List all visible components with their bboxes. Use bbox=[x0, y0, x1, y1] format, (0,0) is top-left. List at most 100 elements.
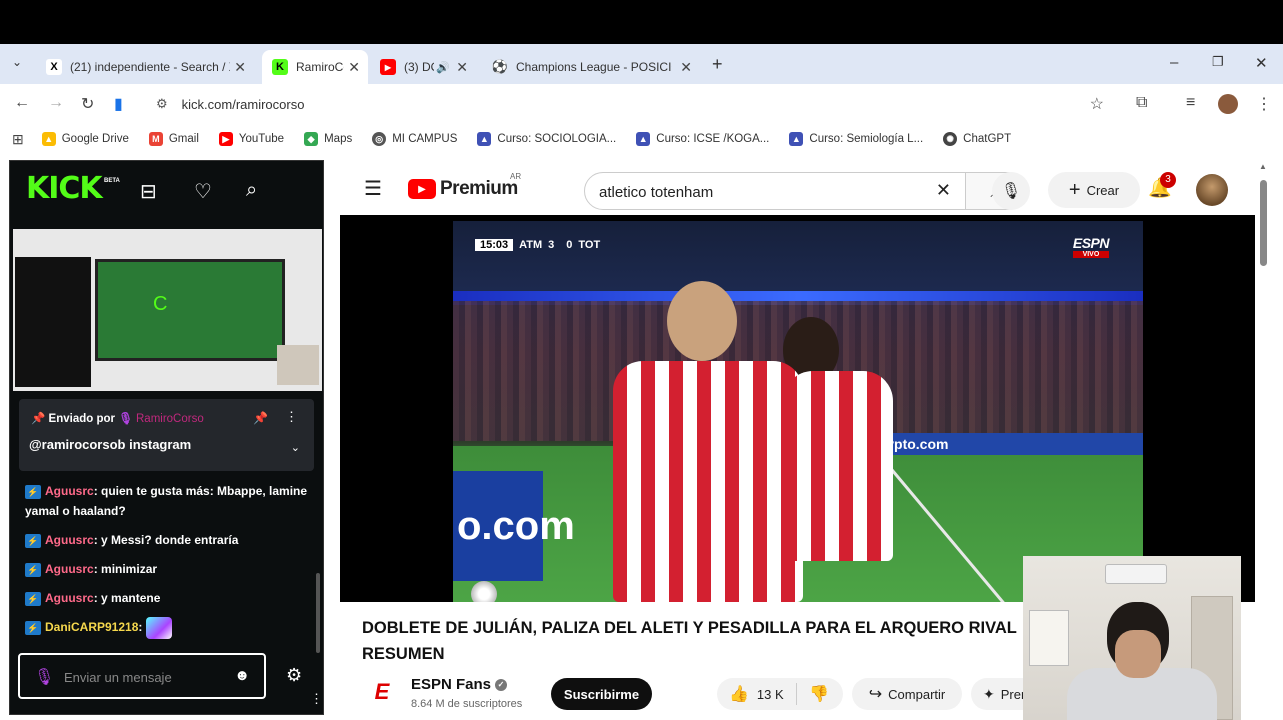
reading-mode-icon[interactable]: ▮ bbox=[114, 94, 123, 114]
ball bbox=[471, 581, 497, 602]
tab-champions[interactable]: ⚽ Champions League - POSICIONES ✕ bbox=[482, 50, 700, 84]
youtube-logo[interactable]: ▶ Premium AR bbox=[408, 172, 521, 200]
restore-icon[interactable]: ❐ bbox=[1212, 54, 1224, 70]
subscriber-count: 8.64 M de suscriptores bbox=[411, 698, 523, 710]
chevron-down-icon[interactable]: ⌄ bbox=[291, 441, 300, 454]
chat-message[interactable]: ⚡ DaniCARP91218: bbox=[25, 617, 315, 639]
chat-message[interactable]: ⚡ Aguusrc: quien te gusta más: Mbappe, la… bbox=[25, 481, 315, 521]
apps-grid-icon[interactable]: ⊞ bbox=[12, 131, 24, 148]
following-icon[interactable]: ⊟ bbox=[140, 179, 157, 204]
subscribe-button[interactable]: Suscribirme bbox=[551, 678, 652, 710]
new-tab-icon[interactable]: + bbox=[712, 54, 723, 75]
forward-arrow-icon[interactable]: → bbox=[48, 94, 64, 112]
tab-search-icon[interactable]: ⌄ bbox=[12, 55, 22, 69]
scroll-thumb[interactable] bbox=[1260, 180, 1267, 266]
chat-username[interactable]: Aguusrc bbox=[45, 484, 94, 498]
hamburger-icon[interactable]: ☰ bbox=[364, 176, 382, 201]
extensions-icon[interactable]: ⧉ bbox=[1136, 94, 1147, 112]
back-arrow-icon[interactable]: ← bbox=[14, 94, 30, 112]
tab-label: (21) independiente - Search / X bbox=[70, 60, 230, 74]
close-icon[interactable]: ✕ bbox=[680, 59, 692, 76]
mic-icon: 🎙 bbox=[1000, 183, 1022, 200]
tab-youtube[interactable]: ▶ (3) DOBLETE 🔊 ✕ bbox=[370, 50, 476, 84]
bookmark-mi-campus[interactable]: ◎ MI CAMPUS bbox=[372, 132, 457, 146]
match-time: 15:03 bbox=[475, 239, 514, 251]
chat-username[interactable]: DaniCARP91218 bbox=[45, 620, 138, 634]
site-settings-icon[interactable]: ⚙ bbox=[156, 96, 168, 112]
chat-username[interactable]: Aguusrc bbox=[45, 533, 94, 547]
bookmark-youtube[interactable]: ▶ YouTube bbox=[218, 132, 285, 146]
chat-text: : y mantene bbox=[93, 591, 161, 605]
reload-icon[interactable]: ↻ bbox=[81, 94, 94, 114]
profile-avatar[interactable] bbox=[1218, 94, 1238, 114]
avatar[interactable] bbox=[1196, 174, 1228, 206]
kick-logo[interactable]: KICK bbox=[26, 171, 103, 206]
share-button[interactable]: ↪ Compartir bbox=[852, 678, 962, 710]
chat-message[interactable]: ⚡ Aguusrc: y mantene bbox=[25, 588, 315, 608]
bookmark-curso-icse[interactable]: ▲ Curso: ICSE /KOGA... bbox=[636, 132, 769, 146]
chat-text: : minimizar bbox=[93, 562, 158, 576]
tab-x-search[interactable]: X (21) independiente - Search / X ✕ bbox=[36, 50, 254, 84]
chat-message[interactable]: ⚡ Aguusrc: y Messi? donde entraría bbox=[25, 530, 315, 550]
bookmark-star-icon[interactable]: ☆ bbox=[1090, 94, 1104, 114]
plus-icon: + bbox=[1068, 178, 1081, 201]
tab-kick[interactable]: K RamiroCorso ✕ bbox=[262, 50, 368, 84]
bookmark-chatgpt[interactable]: ✺ ChatGPT bbox=[943, 132, 1011, 146]
chat-input-box[interactable]: 🎙 ☻ bbox=[18, 653, 266, 699]
kebab-icon[interactable]: ⋮ bbox=[310, 691, 323, 707]
chat-text: : y Messi? donde entraría bbox=[93, 533, 239, 547]
bookmark-maps[interactable]: ◆ Maps bbox=[304, 132, 352, 146]
bookmark-curso-semiologia[interactable]: ▲ Curso: Semiología L... bbox=[789, 132, 923, 146]
search-input[interactable] bbox=[599, 181, 889, 203]
search-icon[interactable]: ⌕ bbox=[246, 179, 257, 202]
video-player[interactable]: crypto.com o.com 15:03 ATM 3 0 TOT ESPN … bbox=[340, 215, 1255, 602]
search-box[interactable]: ✕ bbox=[584, 172, 966, 210]
voice-search-button[interactable]: 🎙 bbox=[992, 172, 1030, 210]
clear-search-icon[interactable]: ✕ bbox=[936, 180, 951, 201]
soccer-icon: ⚽ bbox=[491, 59, 509, 74]
media-icon[interactable]: ≡ bbox=[1186, 94, 1195, 112]
like-button[interactable]: 👍 13 K bbox=[717, 683, 797, 705]
share-label: Compartir bbox=[888, 686, 946, 702]
chat-username[interactable]: Aguusrc bbox=[45, 562, 94, 576]
create-button[interactable]: + Crear bbox=[1048, 172, 1140, 208]
dislike-button[interactable]: 👎 bbox=[797, 684, 829, 704]
gear-icon[interactable]: ⚙ bbox=[286, 665, 302, 686]
chat-input[interactable] bbox=[64, 665, 224, 689]
emoji-icon[interactable]: ☻ bbox=[234, 667, 250, 684]
unpin-icon[interactable]: 📌 bbox=[253, 411, 268, 425]
kick-icon: K bbox=[272, 59, 288, 75]
page-scrollbar[interactable]: ▲ bbox=[1256, 160, 1270, 720]
close-icon[interactable]: ✕ bbox=[348, 59, 360, 76]
kebab-menu-icon[interactable]: ⋮ bbox=[1256, 94, 1272, 114]
player-head bbox=[667, 281, 737, 361]
chat-message[interactable]: ⚡ Aguusrc: minimizar bbox=[25, 559, 315, 579]
chat-username[interactable]: Aguusrc bbox=[45, 591, 94, 605]
bookmark-gmail[interactable]: M Gmail bbox=[148, 132, 199, 146]
bookmark-label: Gmail bbox=[168, 133, 199, 145]
more-options-icon[interactable]: ⋮ bbox=[285, 409, 298, 425]
bookmark-label: YouTube bbox=[238, 133, 285, 145]
bookmark-google-drive[interactable]: ▲ Google Drive bbox=[41, 132, 129, 146]
video-title: DOBLETE DE JULIÁN, PALIZA DEL ALETI Y PE… bbox=[362, 619, 1017, 663]
pinned-message[interactable]: 📌 Enviado por 🎙 RamiroCorso @ramirocorso… bbox=[19, 399, 314, 471]
omnibox[interactable]: ⚙ kick.com/ramirocorso ☆ bbox=[148, 89, 1116, 119]
speaker-icon[interactable]: 🔊 bbox=[436, 61, 450, 74]
pinned-sender[interactable]: RamiroCorso bbox=[136, 413, 204, 425]
heart-icon[interactable]: ♡ bbox=[194, 179, 212, 204]
like-dislike-group: 👍 13 K 👎 bbox=[717, 678, 843, 710]
stream-preview[interactable]: C bbox=[13, 229, 322, 391]
notifications-button[interactable]: 🔔 3 bbox=[1148, 172, 1176, 200]
maps-icon: ◆ bbox=[304, 132, 319, 146]
close-icon[interactable]: ✕ bbox=[234, 59, 246, 76]
window-close-icon[interactable]: ✕ bbox=[1255, 54, 1268, 72]
chat-scrollbar[interactable] bbox=[316, 573, 320, 653]
espn-channel-icon[interactable]: E bbox=[370, 679, 394, 704]
channel-name[interactable]: ESPN Fans ✓ bbox=[411, 676, 508, 693]
bookmark-curso-sociologia[interactable]: ▲ Curso: SOCIOLOGIA... bbox=[477, 132, 616, 146]
mic-icon[interactable]: 🎙 bbox=[34, 667, 54, 687]
close-icon[interactable]: ✕ bbox=[456, 59, 468, 76]
scroll-up-icon[interactable]: ▲ bbox=[1259, 162, 1267, 171]
beta-badge: BETA bbox=[104, 178, 120, 184]
minimize-icon[interactable]: – bbox=[1170, 54, 1178, 71]
